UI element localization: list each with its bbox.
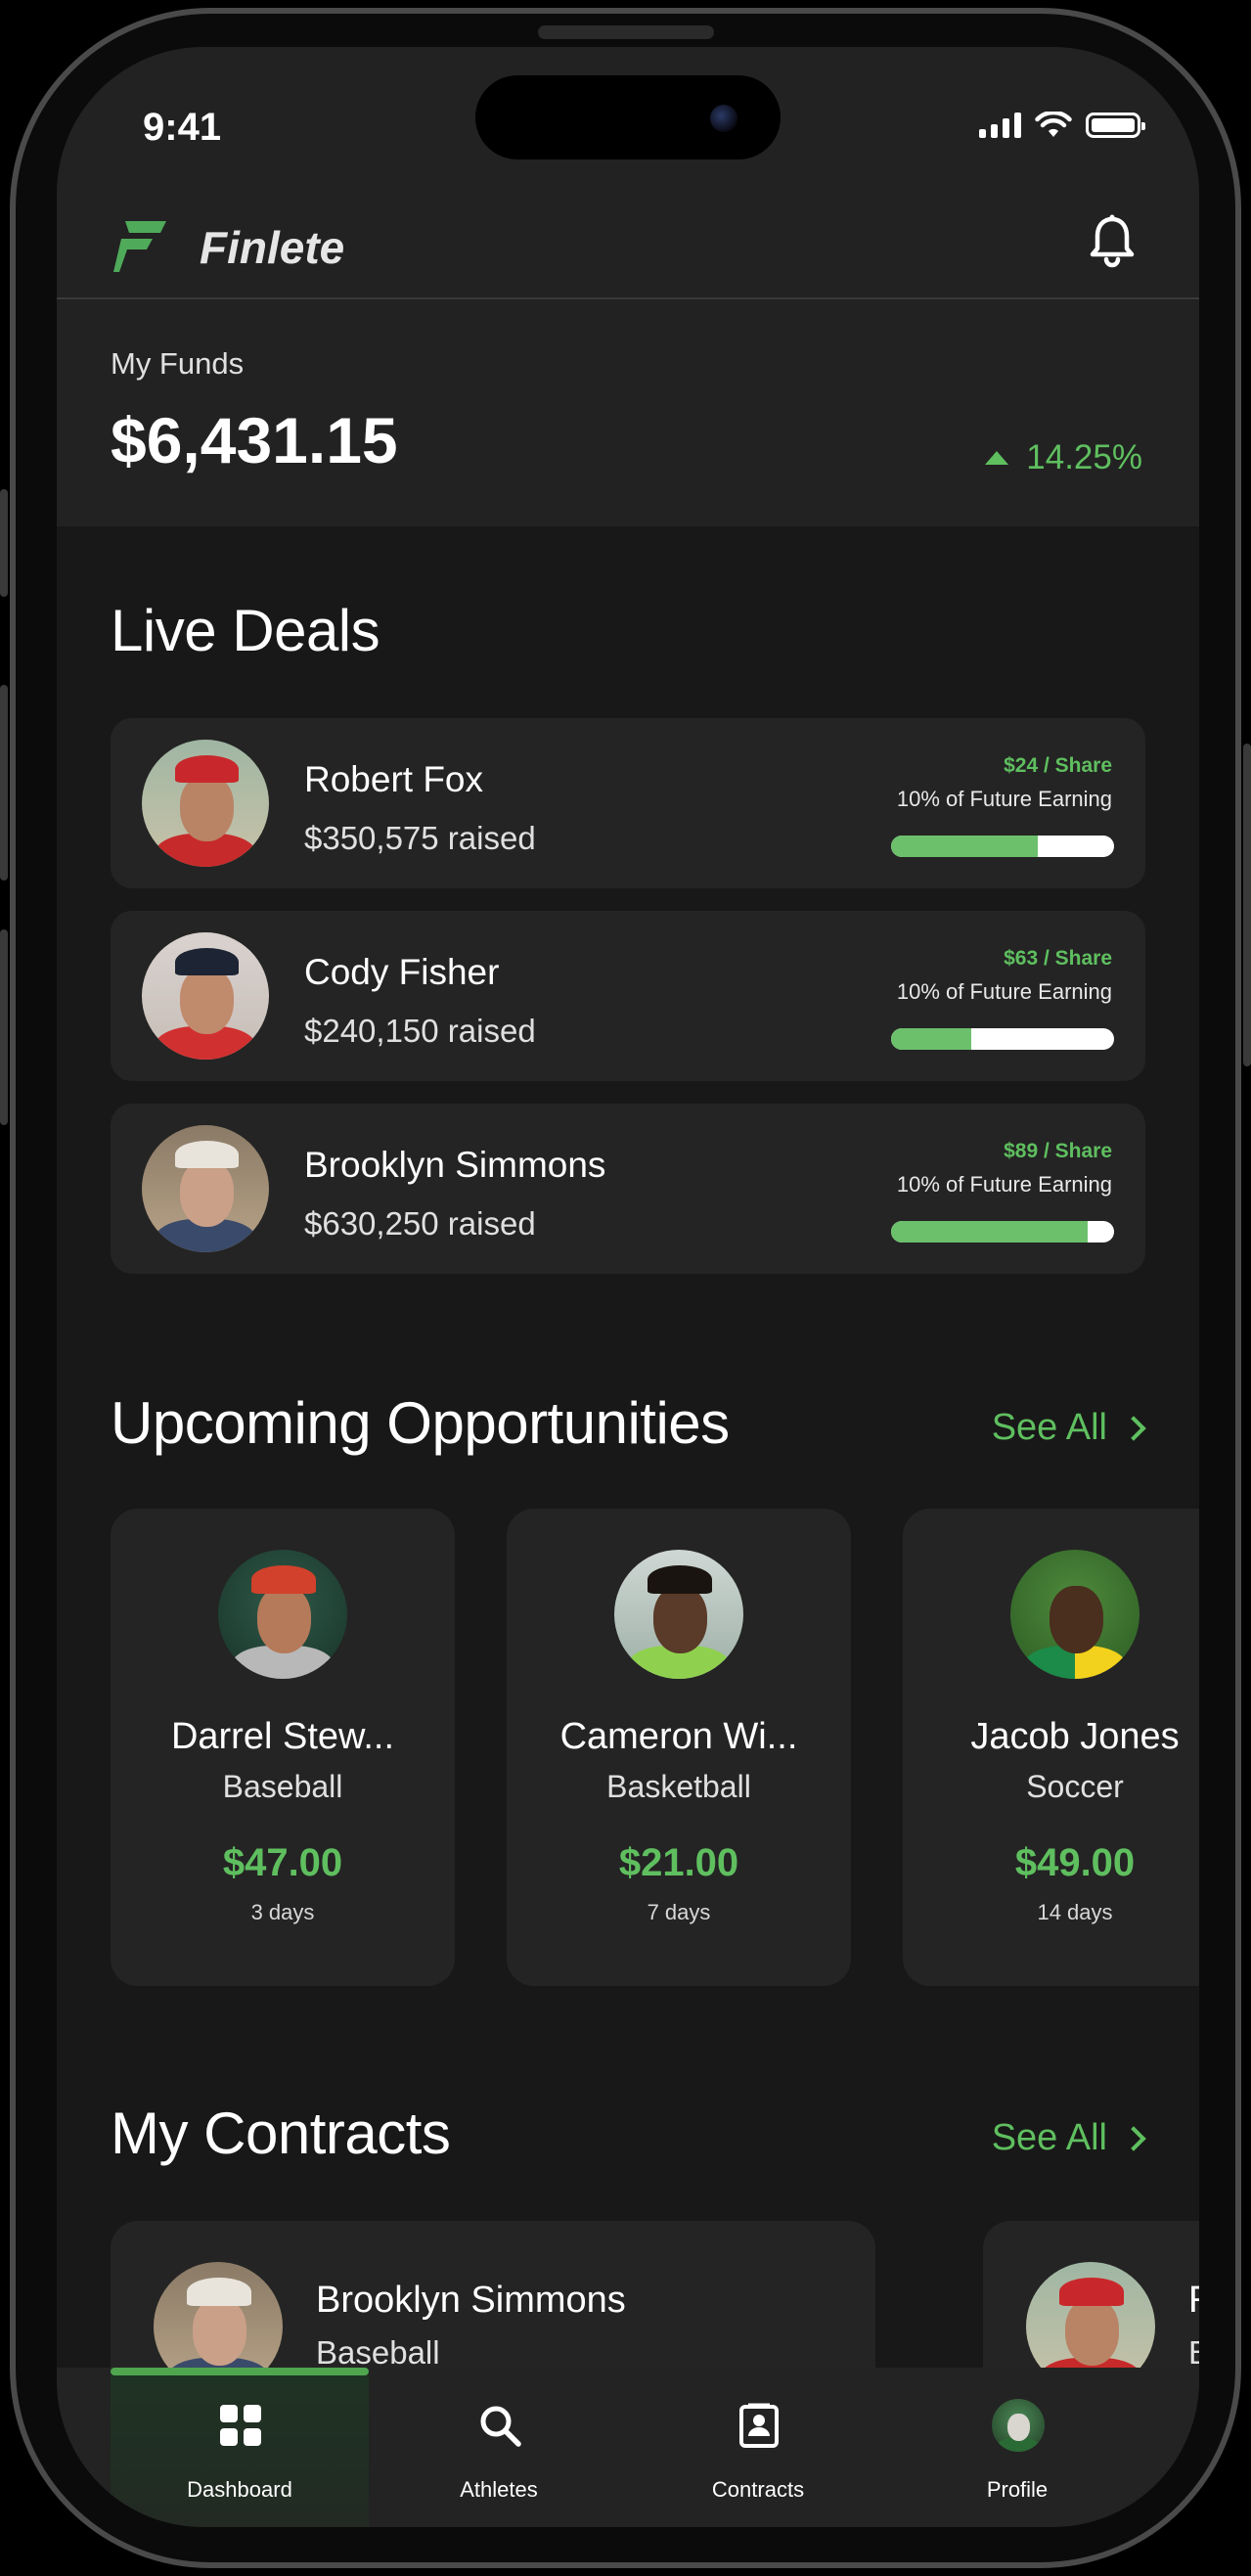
tab-athletes[interactable]: Athletes xyxy=(370,2368,628,2527)
opportunities-title: Upcoming Opportunities xyxy=(111,1390,730,1456)
contract-sport: Base xyxy=(1188,2334,1199,2372)
deal-athlete-name: Brooklyn Simmons xyxy=(304,1145,606,1185)
deal-raised-amount: $350,575 raised xyxy=(304,820,536,856)
phone-device: 9:41 Finlete My Funds $6,431.15 14.25% L… xyxy=(0,0,1251,2576)
opportunities-see-all-link[interactable]: See All xyxy=(991,1407,1146,1449)
deal-card[interactable]: Robert Fox $350,575 raised $24 / Share 1… xyxy=(111,718,1145,888)
opportunity-price: $47.00 xyxy=(222,1841,343,1884)
bottom-tab-bar: Dashboard Athletes Contracts Profile xyxy=(57,2368,1199,2527)
status-bar: 9:41 xyxy=(57,47,1199,184)
deal-share-price: $24 / Share xyxy=(1004,754,1112,777)
tab-contracts[interactable]: Contracts xyxy=(629,2368,887,2527)
opportunity-days-left: 3 days xyxy=(250,1900,315,1924)
camera-icon xyxy=(710,105,737,132)
contract-athlete-name: Rob xyxy=(1188,2280,1199,2322)
tab-label: Dashboard xyxy=(187,2477,292,2502)
live-deals-list: Robert Fox $350,575 raised $24 / Share 1… xyxy=(111,718,1145,1296)
athlete-avatar xyxy=(218,1550,347,1679)
deal-raised-amount: $630,250 raised xyxy=(304,1205,536,1242)
deal-progress-fill xyxy=(891,1221,1088,1243)
funds-amount: $6,431.15 xyxy=(111,404,398,476)
search-icon xyxy=(480,2406,521,2447)
tab-label: Contracts xyxy=(711,2477,805,2502)
app-screen: 9:41 Finlete My Funds $6,431.15 14.25% L… xyxy=(57,47,1199,2527)
side-button-volume-up xyxy=(0,685,8,881)
opportunity-athlete-name: Darrel Stew... xyxy=(170,1716,395,1757)
deal-earning-share: 10% of Future Earning xyxy=(896,1172,1112,1197)
opportunity-price: $49.00 xyxy=(1014,1841,1136,1884)
see-all-label: See All xyxy=(991,1407,1107,1448)
cellular-signal-icon xyxy=(979,113,1021,138)
opportunity-days-left: 7 days xyxy=(647,1900,711,1924)
deal-card[interactable]: Cody Fisher $240,150 raised $63 / Share … xyxy=(111,911,1145,1081)
notification-bell-icon[interactable] xyxy=(1088,213,1137,268)
live-deals-title: Live Deals xyxy=(111,598,380,663)
chevron-right-icon xyxy=(1121,1415,1146,1441)
side-button-mute xyxy=(0,489,8,597)
tab-label: Profile xyxy=(986,2477,1049,2502)
opportunity-sport: Basketball xyxy=(606,1769,751,1804)
opportunity-sport: Baseball xyxy=(222,1769,343,1804)
side-button-volume-down xyxy=(0,929,8,1125)
brand-name: Finlete xyxy=(200,222,345,273)
opportunity-athlete-name: Jacob Jones xyxy=(970,1716,1180,1757)
finlete-logo-icon xyxy=(113,221,166,272)
contracts-title: My Contracts xyxy=(111,2101,451,2166)
funds-label: My Funds xyxy=(111,346,245,381)
funds-change: 14.25% xyxy=(985,438,1142,477)
see-all-label: See All xyxy=(991,2117,1107,2158)
contracts-see-all-link[interactable]: See All xyxy=(991,2117,1146,2159)
contract-athlete-name: Brooklyn Simmons xyxy=(316,2280,626,2321)
status-time: 9:41 xyxy=(143,106,222,149)
deal-athlete-name: Robert Fox xyxy=(304,759,484,799)
contract-sport: Baseball xyxy=(316,2334,440,2371)
athlete-avatar xyxy=(1010,1550,1139,1679)
athlete-avatar xyxy=(142,1125,269,1252)
tab-label: Athletes xyxy=(460,2477,538,2502)
athlete-avatar xyxy=(614,1550,743,1679)
status-icons xyxy=(979,112,1145,139)
contract-icon xyxy=(739,2403,779,2448)
profile-avatar-icon xyxy=(992,2399,1045,2452)
dynamic-island xyxy=(475,75,781,159)
wifi-icon xyxy=(1035,112,1072,137)
opportunity-card[interactable]: Darrel Stew... Baseball $47.00 3 days xyxy=(111,1509,455,1986)
my-funds-panel: My Funds $6,431.15 14.25% xyxy=(57,299,1199,526)
side-button-power xyxy=(1243,744,1251,1066)
deal-progress-bar xyxy=(891,1221,1114,1243)
opportunity-days-left: 14 days xyxy=(1037,1900,1113,1924)
opportunity-card[interactable]: Cameron Wi... Basketball $21.00 7 days xyxy=(507,1509,851,1986)
tab-dashboard[interactable]: Dashboard xyxy=(111,2368,369,2527)
deal-progress-bar xyxy=(891,836,1114,857)
deal-progress-fill xyxy=(891,1028,972,1050)
opportunity-sport: Soccer xyxy=(1026,1769,1124,1804)
grid-icon xyxy=(220,2405,261,2446)
opportunity-price: $21.00 xyxy=(618,1841,739,1884)
funds-change-value: 14.25% xyxy=(1026,438,1142,476)
deal-earning-share: 10% of Future Earning xyxy=(896,787,1112,811)
app-header: Finlete xyxy=(57,184,1199,299)
earpiece-speaker xyxy=(538,25,714,39)
opportunities-carousel[interactable]: Darrel Stew... Baseball $47.00 3 days Ca… xyxy=(111,1509,1199,1988)
chevron-right-icon xyxy=(1121,2125,1146,2151)
deal-card[interactable]: Brooklyn Simmons $630,250 raised $89 / S… xyxy=(111,1104,1145,1274)
deal-raised-amount: $240,150 raised xyxy=(304,1013,536,1049)
deal-athlete-name: Cody Fisher xyxy=(304,952,500,992)
tab-profile[interactable]: Profile xyxy=(888,2368,1146,2527)
opportunity-card[interactable]: Jacob Jones Soccer $49.00 14 days xyxy=(903,1509,1199,1986)
deal-progress-fill xyxy=(891,836,1039,857)
deal-share-price: $89 / Share xyxy=(1004,1140,1112,1162)
trend-up-icon xyxy=(985,451,1009,465)
opportunity-athlete-name: Cameron Wi... xyxy=(559,1716,798,1757)
athlete-avatar xyxy=(142,932,269,1060)
deal-progress-bar xyxy=(891,1028,1114,1050)
battery-icon xyxy=(1086,113,1145,138)
deal-earning-share: 10% of Future Earning xyxy=(896,979,1112,1004)
deal-share-price: $63 / Share xyxy=(1004,947,1112,970)
athlete-avatar xyxy=(142,740,269,867)
